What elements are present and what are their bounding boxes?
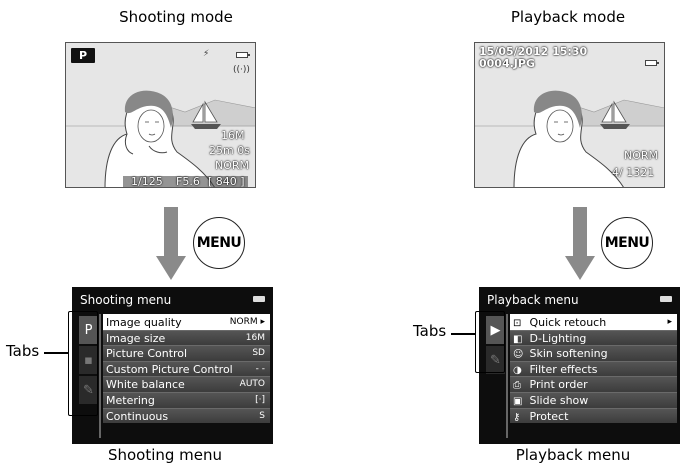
shooting-mode-screen: P ⚡ ((·)) 16M 25m 0s NORM 1/125 F5.6 [ 8… [65,42,256,188]
menu-item-value: S [259,410,265,421]
menu-item-value: NORM ▸ [229,317,265,327]
down-arrow-head [156,256,186,280]
menu-item-continuous[interactable]: Continuous S [103,407,270,424]
menu-title: Playback menu [487,293,579,307]
menu-items: Image quality NORM ▸ Image size 16M Pict… [103,314,270,424]
menu-item-custom-picture-control[interactable]: Custom Picture Control - - [103,360,270,377]
tabs-pointer-line [451,333,475,335]
playback-mode-title: Playback mode [510,8,626,26]
menu-item-label: Image quality [106,316,182,329]
menu-item-image-quality[interactable]: Image quality NORM ▸ [103,314,270,330]
menu-item-d-lighting[interactable]: ◧ D-Lighting [510,329,677,346]
down-arrow-shaft [164,207,178,257]
menu-item-skin-softening[interactable]: ☺ Skin softening [510,345,677,361]
down-arrow-head [565,256,595,280]
menu-item-label: Print order [529,378,588,392]
tabs-bracket [68,311,98,416]
battery-icon [253,296,265,302]
playback-menu-panel: Playback menu ▶ ✎ ⊡ Quick retouch ▸ ◧ D-… [479,287,680,444]
menu-item-value: 16M [245,332,265,343]
menu-item-label: Protect [529,409,569,423]
tabs-pointer-line [44,352,68,354]
menu-item-value: ▸ [667,317,672,327]
menu-title: Shooting menu [80,293,172,307]
shooting-menu-caption: Shooting menu [107,446,223,464]
menu-item-picture-control[interactable]: Picture Control SD [103,345,270,361]
menu-item-quick-retouch[interactable]: ⊡ Quick retouch ▸ [510,314,677,330]
playback-menu-caption: Playback menu [515,446,631,464]
menu-item-value: [·] [255,394,265,405]
menu-item-value: AUTO [239,379,265,390]
menu-item-value: SD [252,348,265,359]
menu-item-label: Quick retouch [529,316,607,329]
menu-item-label: White balance [106,378,185,392]
menu-item-label: Image size [106,331,166,345]
menu-item-protect[interactable]: ⚷ Protect [510,407,677,424]
shooting-menu-panel: Shooting menu P ▪ ✎ Image quality NORM ▸… [72,287,273,444]
menu-item-filter-effects[interactable]: ◑ Filter effects [510,360,677,377]
menu-item-white-balance[interactable]: White balance AUTO [103,376,270,392]
slide-show-icon: ▣ [513,395,523,407]
menu-items: ⊡ Quick retouch ▸ ◧ D-Lighting ☺ Skin so… [510,314,677,424]
skin-softening-icon: ☺ [513,349,524,361]
tabs-label: Tabs [413,322,447,340]
menu-button-label: MENU [604,235,650,251]
menu-item-print-order[interactable]: ⎙ Print order [510,376,677,392]
menu-button[interactable]: MENU [601,217,653,269]
menu-button[interactable]: MENU [193,217,245,269]
filter-effects-icon: ◑ [513,364,522,376]
menu-item-slide-show[interactable]: ▣ Slide show [510,391,677,408]
menu-item-label: Filter effects [529,362,598,376]
menu-item-label: Slide show [529,393,589,407]
battery-icon [660,296,672,302]
menu-item-label: Picture Control [106,347,188,361]
playback-mode-screen: 15/05/2012 15:30 0004.JPG NORM 4/ 1321 [474,42,665,188]
menu-item-value: - - [255,363,265,374]
menu-item-image-size[interactable]: Image size 16M [103,329,270,346]
menu-item-label: Metering [106,393,155,407]
quick-retouch-icon: ⊡ [513,318,522,329]
menu-button-label: MENU [196,235,242,251]
menu-item-label: Continuous [106,409,169,423]
shooting-mode-title: Shooting mode [119,8,233,26]
protect-key-icon: ⚷ [513,411,521,423]
d-lighting-icon: ◧ [513,333,523,345]
tabs-bracket [475,311,505,373]
menu-item-label: D-Lighting [529,331,587,345]
tabs-label: Tabs [6,342,40,360]
menu-item-metering[interactable]: Metering [·] [103,391,270,408]
down-arrow-shaft [573,207,587,257]
print-order-icon: ⎙ [513,380,521,392]
menu-item-label: Skin softening [529,347,608,361]
menu-item-label: Custom Picture Control [106,362,233,376]
